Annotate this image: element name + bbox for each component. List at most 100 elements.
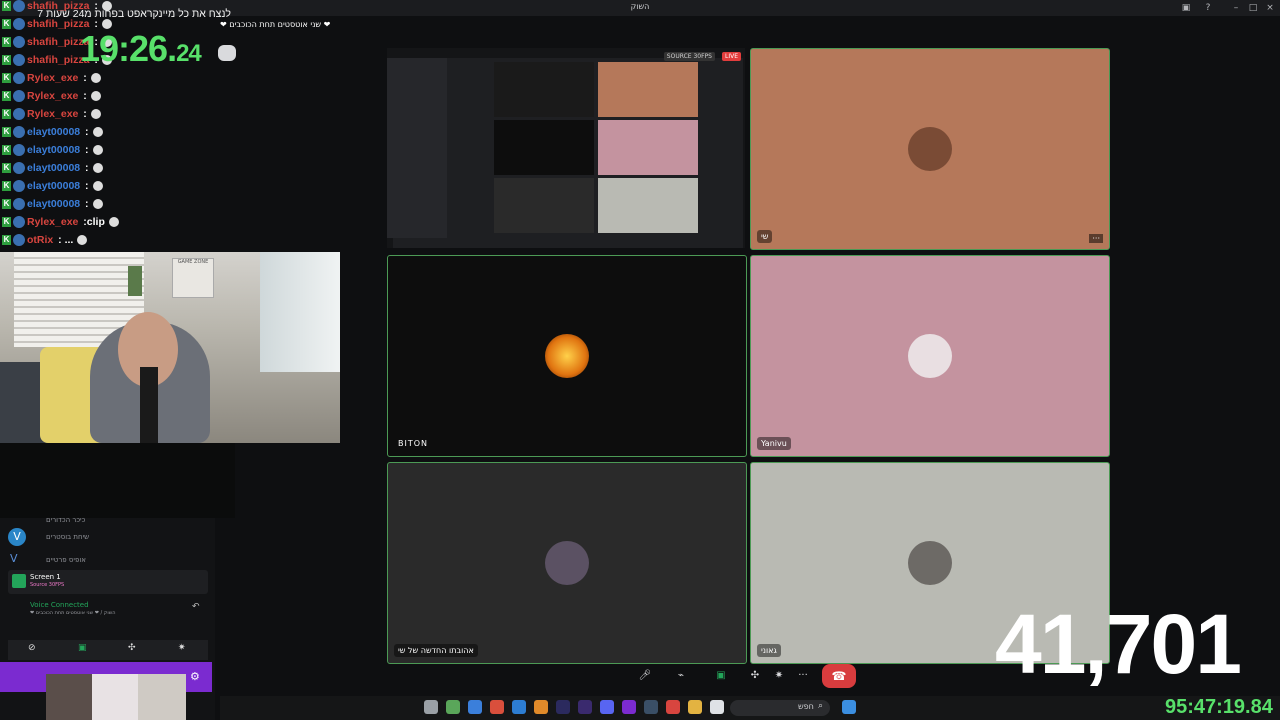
share-screen-icon[interactable]: ▣: [78, 643, 87, 653]
channel-label: אופיס פרטיים: [46, 556, 86, 564]
leave-call-button[interactable]: ☎︎: [822, 664, 856, 688]
participant-name: גאוני: [757, 644, 781, 657]
server-icon-2[interactable]: V: [10, 552, 18, 565]
disconnect-icon[interactable]: ↶: [192, 602, 200, 612]
chat-username: otRix: [27, 234, 54, 246]
screen-share-item[interactable]: Screen 1 Source 30FPS: [8, 570, 208, 594]
inbox-icon[interactable]: ▣: [1178, 1, 1194, 15]
participant-tile-shai[interactable]: שי ···: [750, 48, 1110, 250]
screen-sub: Source 30FPS: [30, 582, 65, 588]
chat-username: elayt00008: [27, 198, 81, 210]
microphone-icon[interactable]: 🎤︎: [636, 668, 654, 684]
timer-ms: 24: [176, 40, 202, 67]
chat-message: K Rylex_exe :: [2, 90, 101, 106]
user-avatar: [13, 126, 25, 139]
screen-share-tile[interactable]: SOURCE 30FPS LIVE: [387, 48, 745, 248]
elapsed-clock: 95:47:19.84: [1165, 696, 1273, 718]
app-icon[interactable]: [556, 700, 570, 714]
app-icon[interactable]: [534, 700, 548, 714]
speedrun-title-text: לנצח את כל מיינקראפט בפחות מ24 שעות: [46, 8, 231, 20]
app-icon[interactable]: [622, 700, 636, 714]
screen-icon: [12, 574, 26, 588]
chat-text: :: [82, 180, 89, 192]
app-icon[interactable]: [424, 700, 438, 714]
app-icon[interactable]: [490, 700, 504, 714]
stage-title: ❤ שני אוטסטים תחת הכוכבים ❤: [220, 20, 331, 29]
participant-tile-girlfriend[interactable]: אהובתו החדשה של שי: [387, 462, 747, 664]
chat-message: KotRix : ...: [2, 234, 88, 250]
user-avatar: [13, 54, 25, 67]
share-screen-icon[interactable]: ▣: [712, 668, 730, 684]
chat-username: elayt00008: [27, 162, 81, 174]
minimize-button[interactable]: –: [1228, 1, 1244, 15]
app-icon[interactable]: [666, 700, 680, 714]
participant-name: BITON: [398, 439, 429, 448]
mini-tile: [494, 178, 594, 233]
search-box[interactable]: חפש ⌕: [730, 700, 830, 716]
more-options-icon[interactable]: ···: [1089, 234, 1103, 243]
webcam-feed: GAME ZONE: [0, 252, 340, 443]
emote-icon: [92, 199, 103, 210]
start-icon[interactable]: [842, 700, 856, 714]
window-title: השוק: [630, 2, 650, 11]
skull-icon: [218, 45, 236, 61]
chat-text: :: [82, 144, 89, 156]
sub-badge-icon: K: [2, 127, 11, 138]
chat-message: Kelayt00008 :: [2, 198, 103, 214]
app-icon[interactable]: [578, 700, 592, 714]
mini-tile: [494, 120, 594, 175]
sub-badge-icon: K: [2, 91, 11, 102]
call-toolbar: 🎤︎ ⌁ ▣ ✣ ✷ ··· ☎︎: [636, 664, 866, 688]
activities-icon[interactable]: ✣: [746, 668, 764, 684]
user-avatar: [13, 180, 25, 193]
user-avatar: [13, 198, 25, 211]
sub-badge-icon: K: [2, 55, 11, 66]
speedrun-timer: 19:26.24: [80, 28, 202, 70]
user-avatar: [13, 162, 25, 175]
more-icon[interactable]: ···: [794, 668, 812, 684]
user-avatar: [13, 36, 25, 49]
emote-icon: [90, 91, 101, 102]
search-icon: ⌕: [818, 701, 824, 711]
camera-icon[interactable]: ⌁: [672, 668, 690, 684]
chat-username: Rylex_exe: [27, 216, 79, 228]
app-icon[interactable]: [600, 700, 614, 714]
app-icon[interactable]: [512, 700, 526, 714]
participant-tile-yanivu[interactable]: Yanivu: [750, 255, 1110, 457]
emote-icon: [92, 163, 103, 174]
window-light: [260, 252, 340, 372]
participant-avatar: [908, 127, 952, 171]
soundboard-icon[interactable]: ✷: [770, 668, 788, 684]
chat-username: elayt00008: [27, 144, 81, 156]
app-icon[interactable]: [644, 700, 658, 714]
participant-name: Yanivu: [757, 437, 791, 450]
camera-off-icon[interactable]: ⊘: [28, 643, 36, 653]
user-avatar: [13, 18, 25, 31]
emote-icon: [92, 127, 103, 138]
close-button[interactable]: ×: [1262, 1, 1278, 15]
channel-item[interactable]: כיכר הכדורים: [46, 516, 85, 524]
participant-avatar: [908, 541, 952, 585]
app-icon[interactable]: [468, 700, 482, 714]
soundboard-icon[interactable]: ✷: [178, 643, 186, 653]
activities-icon[interactable]: ✣: [128, 643, 136, 653]
channel-label: שיחת בוסטרים: [46, 533, 90, 541]
channel-item[interactable]: אופיס פרטיים: [46, 556, 86, 564]
settings-icon[interactable]: ⚙: [190, 670, 200, 683]
help-icon[interactable]: ?: [1200, 1, 1216, 15]
chat-message: Kelayt00008 :: [2, 162, 103, 178]
app-icon[interactable]: [710, 700, 724, 714]
server-icon[interactable]: V: [8, 528, 26, 546]
user-avatar: [13, 108, 25, 121]
participant-name: שי: [757, 230, 773, 243]
mini-tile: [494, 62, 594, 117]
app-icon[interactable]: [688, 700, 702, 714]
sub-badge-icon: K: [2, 37, 11, 48]
chat-username: elayt00008: [27, 180, 81, 192]
maximize-button[interactable]: □: [1245, 1, 1261, 15]
sub-badge-icon: K: [2, 109, 11, 120]
speedrun-index: 7: [37, 8, 44, 20]
channel-item[interactable]: שיחת בוסטרים: [46, 533, 89, 541]
participant-tile-biton[interactable]: BITON: [387, 255, 747, 457]
app-icon[interactable]: [446, 700, 460, 714]
